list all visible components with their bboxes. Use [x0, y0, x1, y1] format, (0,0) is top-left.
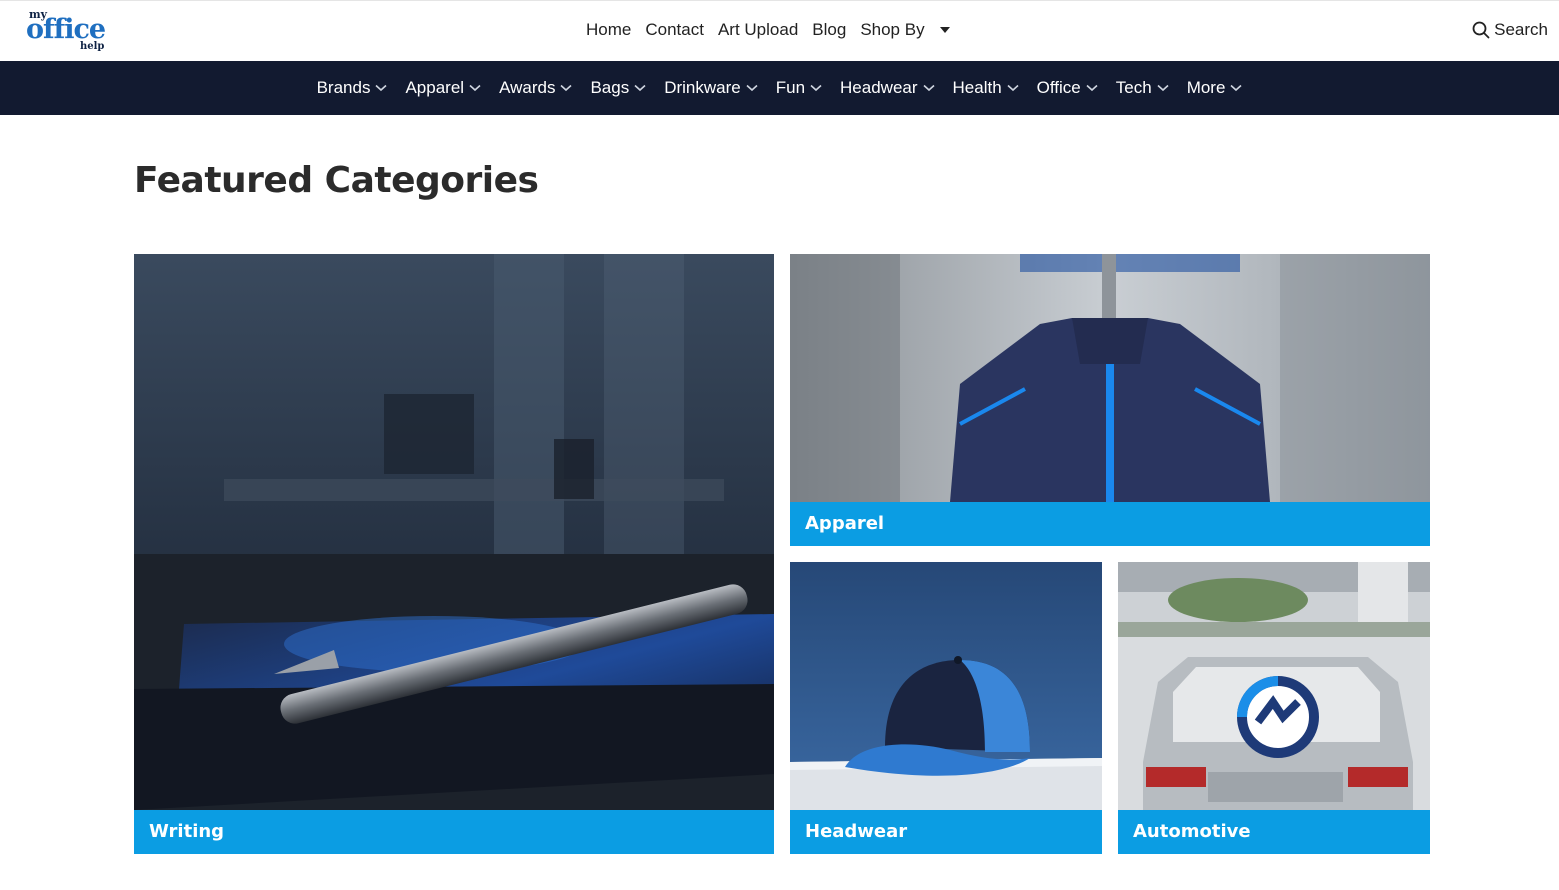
category-nav-label: Health	[952, 78, 1002, 97]
category-nav-label: More	[1186, 78, 1226, 97]
category-tile-automotive[interactable]: Automotive	[1118, 562, 1430, 854]
featured-categories-title: Featured Categories	[134, 160, 539, 201]
category-nav-label: Awards	[499, 78, 556, 97]
chevron-down-icon	[1086, 84, 1098, 92]
top-nav: Home Contact Art Upload Blog Shop By	[586, 20, 964, 40]
category-nav: Brands Apparel Awards Bags Drinkware Fun Headw…	[0, 61, 1559, 115]
category-nav-label: Headwear	[840, 78, 918, 97]
headwear-image	[790, 562, 1102, 810]
category-nav-item-drinkware[interactable]: Drinkware	[664, 78, 758, 98]
category-nav-label: Drinkware	[664, 78, 741, 97]
chevron-down-icon	[560, 84, 572, 92]
nav-home-link[interactable]: Home	[586, 20, 631, 40]
nav-art-upload-link[interactable]: Art Upload	[718, 20, 798, 40]
category-nav-label: Tech	[1115, 78, 1152, 97]
category-nav-list: Brands Apparel Awards Bags Drinkware Fun Headw…	[0, 61, 1559, 115]
top-header: my office help Home Contact Art Upload B…	[0, 0, 1559, 61]
chevron-down-icon	[810, 84, 822, 92]
category-nav-item-brands[interactable]: Brands	[317, 78, 388, 98]
category-tile-writing[interactable]: Writing	[134, 254, 774, 854]
category-nav-item-health[interactable]: Health	[953, 78, 1019, 98]
category-tile-headwear[interactable]: Headwear	[790, 562, 1102, 854]
category-nav-item-fun[interactable]: Fun	[776, 78, 822, 98]
category-nav-item-more[interactable]: More	[1187, 78, 1243, 98]
category-nav-label: Office	[1036, 78, 1081, 97]
search-label: Search	[1494, 20, 1548, 39]
automotive-image	[1118, 562, 1430, 810]
site-logo[interactable]: my office help	[26, 8, 110, 56]
nav-contact-link[interactable]: Contact	[645, 20, 704, 40]
chevron-down-icon	[746, 84, 758, 92]
category-nav-item-tech[interactable]: Tech	[1116, 78, 1169, 98]
category-tile-apparel[interactable]: Apparel	[790, 254, 1430, 546]
category-nav-item-apparel[interactable]: Apparel	[405, 78, 481, 98]
apparel-image	[790, 254, 1430, 502]
category-nav-label: Fun	[775, 78, 806, 97]
chevron-down-icon	[1007, 84, 1019, 92]
chevron-down-icon	[1230, 84, 1242, 92]
category-nav-item-awards[interactable]: Awards	[499, 78, 572, 98]
category-nav-label: Bags	[590, 78, 630, 97]
nav-shop-by-dropdown[interactable]: Shop By	[860, 20, 950, 40]
chevron-down-icon	[469, 84, 481, 92]
category-nav-item-headwear[interactable]: Headwear	[840, 78, 935, 98]
tile-label-automotive: Automotive	[1118, 810, 1430, 854]
category-nav-item-bags[interactable]: Bags	[590, 78, 646, 98]
tile-label-apparel: Apparel	[790, 502, 1430, 546]
nav-shop-by-label: Shop By	[860, 20, 925, 39]
logo-text-help: help	[80, 41, 105, 52]
tile-label-writing: Writing	[134, 810, 774, 854]
category-nav-item-office[interactable]: Office	[1037, 78, 1098, 98]
chevron-down-icon	[375, 84, 387, 92]
chevron-down-icon	[922, 84, 935, 92]
nav-blog-link[interactable]: Blog	[812, 20, 846, 40]
chevron-down-icon	[634, 84, 646, 92]
search-button[interactable]: Search	[1472, 20, 1548, 40]
writing-image	[134, 254, 774, 810]
search-icon	[1472, 21, 1490, 39]
category-nav-label: Brands	[316, 78, 371, 97]
category-nav-label: Apparel	[405, 78, 465, 97]
caret-down-icon	[939, 27, 950, 33]
chevron-down-icon	[1157, 84, 1169, 92]
tile-label-headwear: Headwear	[790, 810, 1102, 854]
